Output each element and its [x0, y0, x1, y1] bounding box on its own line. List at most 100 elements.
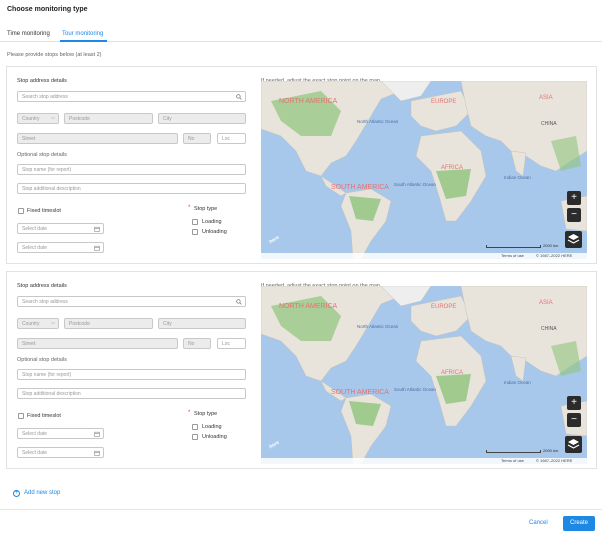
terms-link[interactable]: Terms of use	[501, 253, 524, 258]
label-asia: ASIA	[539, 300, 553, 306]
stop-card: Stop address details Search stop address…	[6, 66, 597, 264]
label-africa: AFRICA	[441, 370, 463, 376]
map-scale-bar	[486, 450, 541, 453]
postcode-input[interactable]: Postcode	[64, 113, 153, 124]
calendar-icon	[94, 245, 100, 251]
optional-details-label: Optional stop details	[17, 357, 67, 363]
stop-address-label: Stop address details	[17, 78, 67, 84]
label-asia: ASIA	[539, 95, 553, 101]
label-indian-ocean: Indian Ocean	[504, 175, 531, 180]
fixed-timeslot-checkbox[interactable]	[18, 208, 24, 214]
street-input[interactable]: Street	[17, 338, 178, 349]
optional-details-label: Optional stop details	[17, 152, 67, 158]
loading-label: Loading	[202, 424, 222, 430]
location-input[interactable]: Loc	[217, 133, 246, 144]
stop-search-input[interactable]: Search stop address	[17, 296, 246, 307]
unloading-label: Unloading	[202, 229, 227, 235]
stop-card: Stop address details Search stop address…	[6, 271, 597, 469]
search-icon	[236, 299, 242, 305]
layers-icon	[567, 439, 580, 449]
city-input[interactable]: City	[158, 113, 246, 124]
add-new-stop-label: Add new stop	[24, 490, 61, 496]
country-select[interactable]: Country ⌵	[17, 318, 59, 329]
world-map: NORTH AMERICA EUROPE ASIA North Atlantic…	[261, 286, 587, 464]
loading-checkbox[interactable]	[192, 219, 198, 225]
zoom-in-button[interactable]: +	[567, 396, 581, 410]
city-input[interactable]: City	[158, 318, 246, 329]
street-input[interactable]: Street	[17, 133, 178, 144]
map-scale-label: 2000 km	[543, 448, 559, 453]
stop-description-input[interactable]: Stop additional description	[17, 388, 246, 399]
fixed-timeslot-checkbox[interactable]	[18, 413, 24, 419]
required-marker: *	[188, 410, 191, 416]
calendar-icon	[94, 450, 100, 456]
world-map: NORTH AMERICA EUROPE ASIA North Atlantic…	[261, 81, 587, 259]
stop-search-input[interactable]: Search stop address	[17, 91, 246, 102]
map-scale-label: 2000 km	[543, 243, 559, 248]
stop-location-map[interactable]: NORTH AMERICA EUROPE ASIA North Atlantic…	[261, 81, 587, 259]
label-europe: EUROPE	[431, 304, 456, 310]
label-north-atlantic: North Atlantic Ocean	[357, 324, 399, 329]
label-south-atlantic: South Atlantic Ocean	[394, 387, 437, 392]
end-date-picker[interactable]: Select date	[17, 242, 104, 253]
zoom-in-button[interactable]: +	[567, 191, 581, 205]
stop-location-map[interactable]: NORTH AMERICA EUROPE ASIA North Atlantic…	[261, 286, 587, 464]
zoom-out-button[interactable]: −	[567, 208, 581, 222]
loading-label: Loading	[202, 219, 222, 225]
house-number-input[interactable]: No	[183, 133, 211, 144]
map-layers-button[interactable]	[565, 436, 582, 453]
stop-address-label: Stop address details	[17, 283, 67, 289]
unloading-label: Unloading	[202, 434, 227, 440]
label-south-america: SOUTH AMERICA	[331, 389, 389, 396]
calendar-icon	[94, 226, 100, 232]
cancel-button[interactable]: Cancel	[529, 520, 548, 526]
create-button[interactable]: Create	[563, 516, 595, 531]
copyright-text: © 1987–2022 HERE	[536, 458, 573, 463]
stop-name-input[interactable]: Stop name (for report)	[17, 164, 246, 175]
map-layers-button[interactable]	[565, 231, 582, 248]
label-europe: EUROPE	[431, 99, 456, 105]
tab-tour-monitoring[interactable]: Tour monitoring	[62, 31, 103, 37]
house-number-input[interactable]: No	[183, 338, 211, 349]
stops-hint: Please provide stops below (at least 2)	[7, 52, 102, 58]
chevron-down-icon: ⌵	[51, 115, 55, 121]
start-date-picker[interactable]: Select date	[17, 428, 104, 439]
plus-circle-icon: +	[13, 490, 20, 497]
monitoring-tabs: Time monitoring Tour monitoring	[0, 28, 602, 42]
end-date-picker[interactable]: Select date	[17, 447, 104, 458]
unloading-checkbox[interactable]	[192, 229, 198, 235]
map-attribution: Terms of use © 1987–2022 HERE	[261, 253, 587, 259]
copyright-text: © 1987–2022 HERE	[536, 253, 573, 258]
label-north-america: NORTH AMERICA	[279, 98, 338, 105]
stop-type-label: Stop type	[194, 206, 218, 212]
label-china: CHINA	[541, 326, 557, 332]
map-scale-bar	[486, 245, 541, 248]
stop-type-label: Stop type	[194, 411, 218, 417]
dialog-title: Choose monitoring type	[7, 6, 88, 13]
fixed-timeslot-label: Fixed timeslot	[27, 413, 61, 419]
chevron-down-icon: ⌵	[51, 320, 55, 326]
unloading-checkbox[interactable]	[192, 434, 198, 440]
tab-time-monitoring[interactable]: Time monitoring	[7, 31, 50, 37]
terms-link[interactable]: Terms of use	[501, 458, 524, 463]
postcode-input[interactable]: Postcode	[64, 318, 153, 329]
label-north-atlantic: North Atlantic Ocean	[357, 119, 399, 124]
label-indian-ocean: Indian Ocean	[504, 380, 531, 385]
map-attribution: Terms of use © 1987–2022 HERE	[261, 458, 587, 464]
fixed-timeslot-label: Fixed timeslot	[27, 208, 61, 214]
stop-name-input[interactable]: Stop name (for report)	[17, 369, 246, 380]
loading-checkbox[interactable]	[192, 424, 198, 430]
search-icon	[236, 94, 242, 100]
start-date-picker[interactable]: Select date	[17, 223, 104, 234]
dialog-footer	[0, 509, 602, 533]
label-south-atlantic: South Atlantic Ocean	[394, 182, 437, 187]
label-south-america: SOUTH AMERICA	[331, 184, 389, 191]
stop-description-input[interactable]: Stop additional description	[17, 183, 246, 194]
location-input[interactable]: Loc	[217, 338, 246, 349]
active-tab-indicator	[60, 40, 107, 42]
zoom-out-button[interactable]: −	[567, 413, 581, 427]
required-marker: *	[188, 205, 191, 211]
country-select[interactable]: Country ⌵	[17, 113, 59, 124]
layers-icon	[567, 234, 580, 244]
label-africa: AFRICA	[441, 165, 463, 171]
